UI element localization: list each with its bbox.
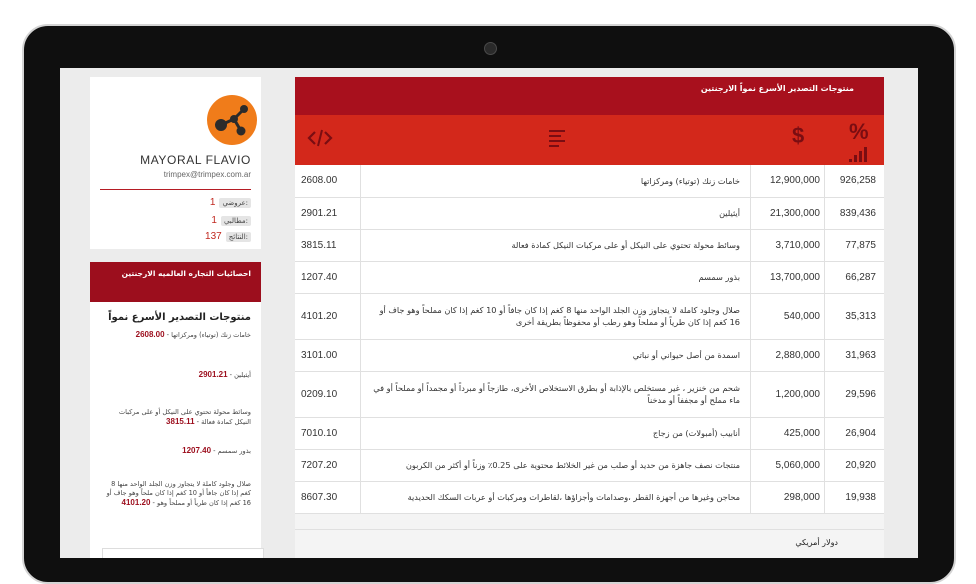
row-code: 2901.21 <box>295 197 361 230</box>
item-desc: خامات زنك (توتياء) ومركزاتها <box>171 331 251 339</box>
item-desc: بذور سمسم <box>217 447 251 455</box>
row-growth: 926,258 <box>824 165 884 198</box>
row-growth: 77,875 <box>824 229 884 262</box>
stat-label: :النتائج <box>225 231 251 242</box>
row-value: 298,000 <box>750 481 825 514</box>
row-value: 540,000 <box>750 293 825 340</box>
row-description: أنابيب (أمبولات) من زجاج <box>360 417 751 450</box>
main-panel: منتوجات التصدير الأسرع نمواً الارجنتين $… <box>295 77 884 558</box>
screen: MAYORAL FLAVIO trimpex@trimpex.com.ar :ع… <box>60 68 918 558</box>
row-growth: 839,436 <box>824 197 884 230</box>
export-table: 2608.00 خامات زنك (توتياء) ومركزاتها 12,90… <box>295 165 884 514</box>
stat-label: :مطالبي <box>220 215 251 226</box>
profile-card: MAYORAL FLAVIO trimpex@trimpex.com.ar :ع… <box>90 77 261 249</box>
list-item[interactable]: أيثيلين - 2901.21 <box>101 370 251 380</box>
item-code: 4101.20 <box>121 498 151 507</box>
row-description: محاجن وغيرها من أجهزة القطر ،وصدامات وأج… <box>360 481 751 514</box>
row-description: شحم من خنزير ، غير مستخلص بالإذابة أو بط… <box>360 371 751 418</box>
list-item[interactable]: وسائط محولة تحتوي على النيكل أو على مركب… <box>101 408 251 427</box>
table-row[interactable]: 3101.00 اسمدة من أصل حيواني أو نباتي 2,880… <box>295 339 884 372</box>
row-code: 1207.40 <box>295 261 361 294</box>
row-code: 0209.10 <box>295 371 361 418</box>
table-row[interactable]: 2901.21 أيثيلين 21,300,000 839,436 <box>295 197 884 230</box>
divider <box>100 189 251 190</box>
table-row[interactable]: 4101.20 صلال وجلود كاملة لا يتجاوز وزن ال… <box>295 293 884 340</box>
currency-label: دولار أمريكي <box>795 538 838 547</box>
stat-label: :عروضي <box>219 197 251 208</box>
row-description: اسمدة من أصل حيواني أو نباتي <box>360 339 751 372</box>
camera-icon <box>484 42 497 55</box>
stat-value: 1 <box>211 215 217 226</box>
table-footer: دولار أمريكي <box>295 529 884 558</box>
profile-name: MAYORAL FLAVIO <box>140 153 251 167</box>
item-desc: أيثيلين <box>234 371 251 379</box>
percent-chart-icon[interactable]: % <box>847 119 873 167</box>
row-description: بذور سمسم <box>360 261 751 294</box>
row-growth: 35,313 <box>824 293 884 340</box>
row-growth: 20,920 <box>824 449 884 482</box>
item-code: 3815.11 <box>166 417 195 426</box>
row-description: منتجات نصف جاهزة من حديد أو صلب من غير ا… <box>360 449 751 482</box>
row-code: 7207.20 <box>295 449 361 482</box>
main-header: منتوجات التصدير الأسرع نمواً الارجنتين <box>295 77 884 115</box>
item-code: 2608.00 <box>135 330 165 339</box>
row-value: 12,900,000 <box>750 165 825 198</box>
stat-offers[interactable]: :عروضي 1 <box>210 197 251 208</box>
trade-stats-panel: احصائيات التجاره العالميه الارجنتين منتو… <box>90 262 261 558</box>
stat-value: 1 <box>209 197 216 208</box>
code-icon[interactable] <box>307 127 333 153</box>
table-row[interactable]: 1207.40 بذور سمسم 13,700,000 66,287 <box>295 261 884 294</box>
list-icon[interactable] <box>548 128 568 152</box>
stats-panel-title: منتوجات التصدير الأسرع نمواً <box>108 312 251 323</box>
row-value: 3,710,000 <box>750 229 825 262</box>
stat-results[interactable]: :النتائج 137 <box>205 231 251 242</box>
row-growth: 31,963 <box>824 339 884 372</box>
table-row[interactable]: 0209.10 شحم من خنزير ، غير مستخلص بالإذاب… <box>295 371 884 418</box>
row-description: أيثيلين <box>360 197 751 230</box>
row-code: 8607.30 <box>295 481 361 514</box>
row-growth: 26,904 <box>824 417 884 450</box>
dollar-icon[interactable]: $ <box>792 123 804 149</box>
row-growth: 29,596 <box>824 371 884 418</box>
stats-panel-header: احصائيات التجاره العالميه الارجنتين <box>90 262 261 302</box>
row-code: 4101.20 <box>295 293 361 340</box>
row-value: 2,880,000 <box>750 339 825 372</box>
row-code: 7010.10 <box>295 417 361 450</box>
row-code: 3101.00 <box>295 339 361 372</box>
row-code: 2608.00 <box>295 165 361 198</box>
stat-value: 137 <box>205 231 222 242</box>
table-row[interactable]: 2608.00 خامات زنك (توتياء) ومركزاتها 12,90… <box>295 165 884 198</box>
row-code: 3815.11 <box>295 229 361 262</box>
company-logo <box>207 95 257 145</box>
row-growth: 66,287 <box>824 261 884 294</box>
item-code: 1207.40 <box>182 446 212 455</box>
row-value: 1,200,000 <box>750 371 825 418</box>
table-row[interactable]: 7207.20 منتجات نصف جاهزة من حديد أو صلب م… <box>295 449 884 482</box>
table-row[interactable]: 7010.10 أنابيب (أمبولات) من زجاج 425,000 26… <box>295 417 884 450</box>
stat-requests[interactable]: :مطالبي 1 <box>211 215 251 226</box>
row-value: 5,060,000 <box>750 449 825 482</box>
column-icon-bar: $ % <box>295 115 884 165</box>
row-description: خامات زنك (توتياء) ومركزاتها <box>360 165 751 198</box>
list-item[interactable]: صلال وجلود كاملة لا يتجاوز وزن الجلد الو… <box>101 480 251 508</box>
table-row[interactable]: 8607.30 محاجن وغيرها من أجهزة القطر ،وصدا… <box>295 481 884 514</box>
table-row[interactable]: 3815.11 وسائط محولة تحتوي على النيكل أو ع… <box>295 229 884 262</box>
row-description: صلال وجلود كاملة لا يتجاوز وزن الجلد الو… <box>360 293 751 340</box>
profile-email[interactable]: trimpex@trimpex.com.ar <box>164 170 251 179</box>
row-value: 425,000 <box>750 417 825 450</box>
row-value: 21,300,000 <box>750 197 825 230</box>
row-description: وسائط محولة تحتوي على النيكل أو على مركب… <box>360 229 751 262</box>
row-growth: 19,938 <box>824 481 884 514</box>
list-item[interactable]: خامات زنك (توتياء) ومركزاتها - 2608.00 <box>101 330 251 340</box>
list-item[interactable]: بذور سمسم - 1207.40 <box>101 446 251 456</box>
item-code: 2901.21 <box>198 370 228 379</box>
svg-text:%: % <box>849 119 869 144</box>
row-value: 13,700,000 <box>750 261 825 294</box>
